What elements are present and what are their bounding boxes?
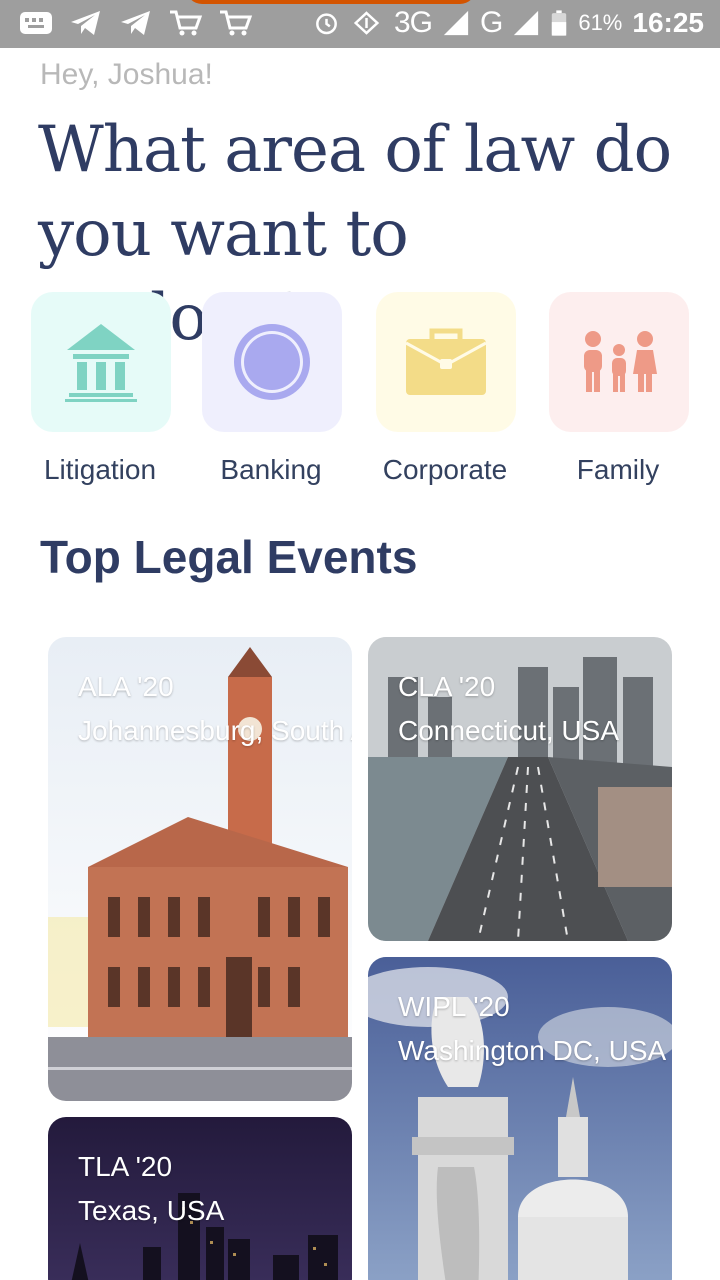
telegram-icon [71, 11, 100, 35]
data-saver-icon [353, 11, 380, 35]
event-card-tla[interactable]: TLA '20 Texas, USA [48, 1117, 352, 1280]
event-location: Washington DC, USA [398, 1035, 667, 1066]
category-litigation-label: Litigation [43, 454, 157, 485]
network-type-g: G [479, 6, 503, 39]
event-card-wipl[interactable]: WIPL '20 Washington DC, USA [368, 957, 672, 1280]
alarm-icon [316, 13, 337, 35]
event-location: Connecticut, USA [398, 715, 619, 746]
courthouse-icon [65, 324, 137, 402]
status-right-icons: 3G G 61% 16:25 [314, 6, 704, 40]
battery-percent: 61% [578, 10, 623, 35]
category-litigation-button[interactable] [31, 292, 171, 432]
event-card-ala[interactable]: ALA '20 Johannesburg, South Africa [48, 637, 352, 1101]
event-location: Texas, USA [78, 1195, 225, 1226]
category-list: Litigation Banking Corporate Family [0, 292, 720, 502]
event-code: WIPL '20 [398, 991, 510, 1022]
section-title: Top Legal Events [40, 531, 418, 583]
telegram-icon [121, 11, 150, 35]
category-corporate-button[interactable] [376, 292, 516, 432]
signal-icon [514, 10, 539, 36]
event-code: TLA '20 [78, 1151, 173, 1182]
category-family-button[interactable] [549, 292, 689, 432]
town-hall-image [48, 637, 352, 1101]
keyboard-icon [20, 12, 52, 34]
notification-pill [186, 0, 476, 4]
shopping-cart-icon [170, 10, 203, 36]
category-banking-label: Banking [220, 454, 322, 485]
category-corporate-label: Corporate [382, 454, 508, 485]
battery-icon [552, 10, 567, 36]
briefcase-icon [405, 328, 487, 395]
event-card-cla[interactable]: CLA '20 Connecticut, USA [368, 637, 672, 941]
category-family-label: Family [576, 454, 660, 485]
event-location: Johannesburg, South Africa [78, 715, 352, 746]
signal-icon [443, 10, 469, 36]
ring-icon [234, 324, 310, 400]
network-type-3g: 3G [393, 6, 433, 39]
family-icon [584, 331, 657, 392]
shopping-cart-icon [220, 10, 253, 36]
status-left-icons [18, 8, 254, 38]
category-banking-button[interactable] [202, 292, 342, 432]
clock: 16:25 [632, 7, 704, 38]
status-bar: 3G G 61% 16:25 [0, 0, 720, 48]
event-code: ALA '20 [78, 671, 174, 702]
greeting: Hey, Joshua! [40, 58, 213, 91]
event-code: CLA '20 [398, 671, 496, 702]
